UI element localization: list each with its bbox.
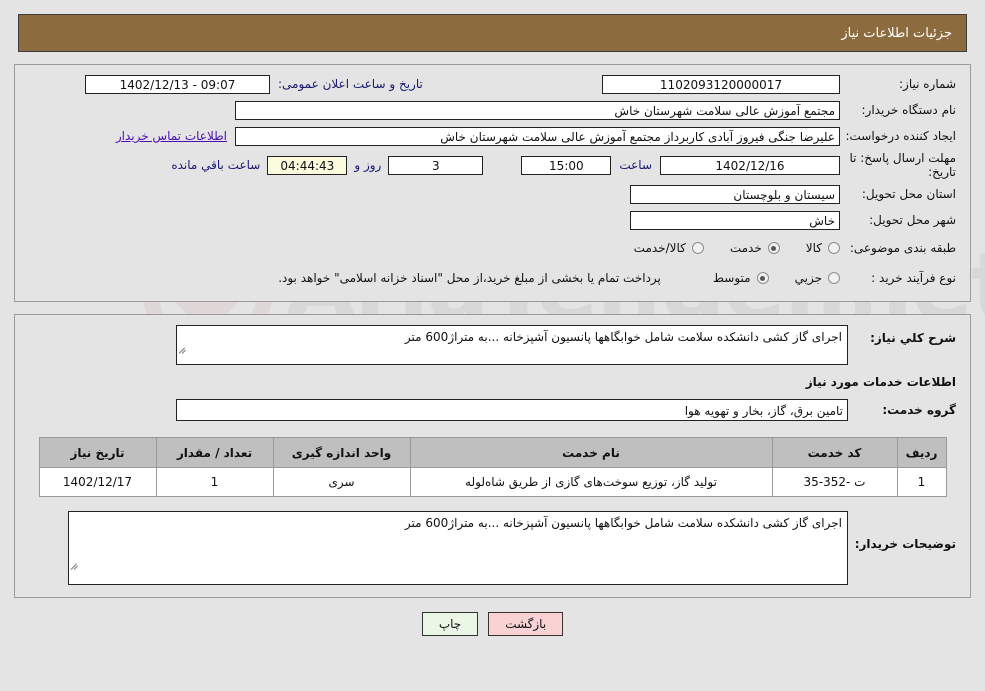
cell-row-no: 1 (896, 467, 947, 497)
announce-datetime-value: 09:07 - 1402/12/13 (85, 74, 270, 94)
col-service-code: کد خدمت (771, 437, 898, 468)
deadline-date-value: 1402/12/16 (660, 155, 840, 175)
category-option-1[interactable]: خدمت (730, 241, 780, 255)
deadline-time-value: 15:00 (521, 155, 612, 175)
back-button[interactable]: بازگشت (488, 612, 564, 636)
category-radio-2[interactable] (691, 242, 704, 254)
category-label-1: خدمت (729, 241, 762, 255)
process-label: نوع فرآیند خرید : (871, 271, 956, 285)
col-unit: واحد اندازه گیری (272, 437, 411, 468)
row-requester: ایجاد کننده درخواست: علیرضا جنگی فیروز آ… (15, 123, 970, 149)
process-option-1[interactable]: متوسط (713, 271, 769, 285)
buyer-notes-textarea[interactable]: اجرای گاز کشی دانشکده سلامت شامل خوابگاه… (68, 511, 848, 585)
process-label-1: متوسط (712, 271, 751, 285)
cell-need-date: 1402/12/17 (38, 467, 157, 497)
process-label-0: جزیي (794, 271, 822, 285)
process-radio-0[interactable] (828, 272, 840, 284)
cell-service-code: ت -352-35 (771, 467, 898, 497)
category-label-2: کالا/خدمت (633, 241, 686, 255)
row-need-number: شماره نیاز: 1102093120000017 تاریخ و ساع… (15, 71, 970, 97)
row-category: طبقه بندی موضوعی: کالا خدمت کالا/خدمت (15, 233, 970, 263)
table-row: 1ت -352-35 تولید گاز، توزیع سوخت‌های گازی… (38, 467, 947, 497)
col-service-name: نام خدمت (409, 437, 773, 468)
category-radio-1[interactable] (767, 242, 780, 254)
buyer-contact-link[interactable]: اطلاعات تماس خریدار (116, 129, 227, 143)
need-details-panel: شماره نیاز: 1102093120000017 تاریخ و ساع… (14, 64, 971, 302)
row-buyer-org: نام دستگاه خریدار: مجتمع آموزش عالی سلام… (15, 97, 970, 123)
buyer-org-label: نام دستگاه خریدار: (861, 103, 957, 117)
hour-label: ساعت (619, 158, 652, 172)
category-radio-0[interactable] (828, 242, 840, 254)
services-section-title: اطلاعات خدمات مورد نیاز (805, 375, 956, 389)
city-value: خاش (630, 210, 840, 230)
summary-textarea[interactable]: اجرای گاز کشی دانشکده سلامت شامل خوابگاه… (176, 325, 848, 365)
header-wrap: جزئیات اطلاعات نیاز (0, 0, 985, 52)
province-label: استان محل تحویل: (861, 187, 956, 201)
requester-value: علیرضا جنگی فیروز آبادی کاربرداز مجتمع آ… (235, 126, 840, 146)
city-label: شهر محل تحویل: (869, 213, 956, 227)
days-label: روز و (354, 158, 382, 172)
remaining-time-label: ساعت باقي مانده (171, 158, 261, 172)
remaining-time-value: 04:44:43 (267, 155, 348, 175)
table-header-row: ردیف کد خدمت نام خدمت واحد اندازه گیری ت… (38, 437, 947, 468)
category-option-2[interactable]: کالا/خدمت (634, 241, 704, 255)
cell-unit: سری (272, 467, 411, 497)
cell-service-name: تولید گاز، توزیع سوخت‌های گازی از طریق ش… (409, 467, 773, 497)
process-note: پرداخت تمام یا بخشی از مبلغ خرید،از محل … (278, 271, 661, 285)
row-province: استان محل تحویل: سیستان و بلوچستان (15, 181, 970, 207)
announce-datetime-label: تاریخ و ساعت اعلان عمومی: (278, 77, 423, 91)
footer-button-bar: بازگشت چاپ (0, 612, 985, 636)
requester-label: ایجاد کننده درخواست: (845, 129, 956, 143)
row-city: شهر محل تحویل: خاش (15, 207, 970, 233)
col-quantity: تعداد / مقدار (155, 437, 274, 468)
category-radio-group[interactable]: کالا خدمت کالا/خدمت (608, 241, 840, 255)
col-need-date: تاریخ نیاز (38, 437, 157, 468)
remaining-days-value: 3 (388, 155, 484, 175)
print-button[interactable]: چاپ (421, 612, 479, 636)
deadline-label: مهلت ارسال پاسخ: تا تاریخ: (849, 151, 956, 179)
province-value: سیستان و بلوچستان (630, 184, 840, 204)
process-option-0[interactable]: جزیي (795, 271, 840, 285)
page-title: جزئیات اطلاعات نیاز (18, 14, 967, 52)
cell-quantity: 1 (155, 467, 274, 497)
service-group-value: تامین برق، گاز، بخار و تهویه هوا (176, 399, 848, 421)
service-group-label: گروه خدمت: (882, 403, 956, 417)
need-body-panel: شرح کلي نیاز: اجرای گاز کشی دانشکده سلام… (14, 314, 971, 598)
buyer-notes-label: توضیحات خریدار: (854, 537, 956, 551)
col-row-no: ردیف (896, 437, 947, 468)
row-deadline: مهلت ارسال پاسخ: تا تاریخ: 1402/12/16 سا… (15, 149, 970, 181)
summary-label: شرح کلي نیاز: (870, 331, 956, 345)
process-radio-1[interactable] (756, 272, 769, 284)
need-number-value: 1102093120000017 (602, 74, 840, 94)
buyer-org-value: مجتمع آموزش عالی سلامت شهرستان خاش (235, 100, 840, 120)
category-label: طبقه بندی موضوعی: (849, 241, 956, 255)
process-radio-group[interactable]: جزیي متوسط (687, 271, 840, 285)
row-process: نوع فرآیند خرید : جزیي متوسط پرداخت تمام … (15, 263, 970, 293)
need-number-label: شماره نیاز: (899, 77, 956, 91)
category-label-0: کالا (805, 241, 822, 255)
category-option-0[interactable]: کالا (806, 241, 840, 255)
services-table: ردیف کد خدمت نام خدمت واحد اندازه گیری ت… (38, 437, 947, 497)
